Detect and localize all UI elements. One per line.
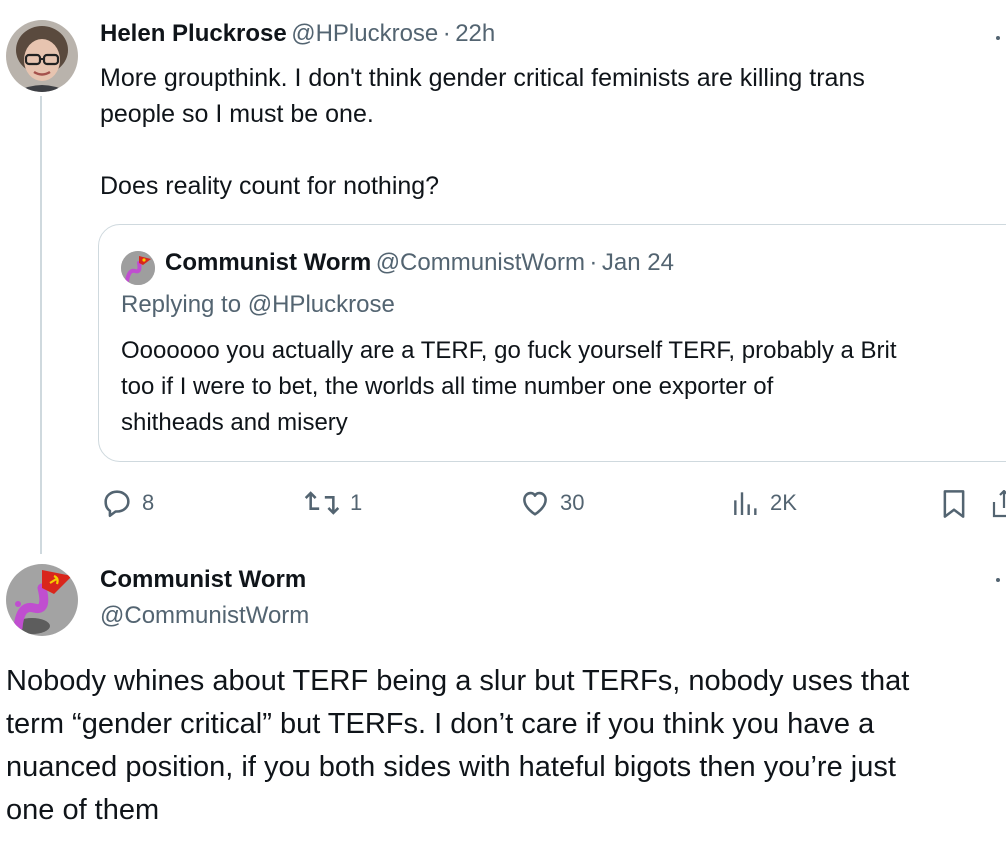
tweet-text-line: Nobody whines about TERF being a slur bu… [6,665,910,697]
quoted-tweet-card[interactable]: Communist Worm @CommunistWorm · Jan 24 R… [98,224,1006,462]
reply-icon [104,490,130,518]
heart-icon [523,491,547,516]
tweet-text-line: one of them [6,794,160,826]
quoted-avatar [121,251,155,285]
views-icon [734,492,757,515]
tweet-text-line: term “gender critical” but TERFs. I don’… [6,708,875,740]
like-count: 30 [560,490,585,515]
separator-dot: · [442,20,451,47]
thread-connector-line [40,96,42,554]
tweet2-text: Nobody whines about TERF being a slur bu… [6,660,1001,832]
avatar-helen-image [6,20,78,92]
quoted-text-line: too if I were to bet, the worlds all tim… [121,373,774,400]
tweet-text-line: Does reality count for nothing? [100,172,440,200]
quoted-text: Ooooooo you actually are a TERF, go fuck… [121,333,1006,441]
avatar-worm-image [121,251,155,285]
repost-count: 1 [350,490,363,515]
quoted-author-handle[interactable]: @CommunistWorm [376,249,585,276]
share-button[interactable] [990,489,1006,525]
avatar-communist-worm[interactable] [6,564,78,636]
bookmark-button[interactable] [940,488,968,525]
reply-count: 8 [142,490,155,515]
repost-button[interactable]: 1 [302,486,362,520]
reply-button[interactable]: 8 [100,486,154,520]
tweet-text-line: More groupthink. I don't think gender cr… [100,64,865,92]
tweet2-author-name[interactable]: Communist Worm [100,566,306,594]
author-handle[interactable]: @HPluckrose [291,20,438,47]
bookmark-icon [943,490,965,518]
quoted-text-line: Ooooooo you actually are a TERF, go fuck… [121,337,897,364]
author-name[interactable]: Helen Pluckrose [100,20,287,47]
repost-icon [304,491,340,515]
share-icon [992,489,1006,518]
views-button[interactable]: 2K [730,486,797,520]
quoted-author-name[interactable]: Communist Worm [165,249,371,276]
quoted-text-line: shitheads and misery [121,409,348,436]
avatar-helen[interactable] [6,20,78,92]
avatar-worm-image [6,564,78,636]
tweet-text-line: nuanced position, if you both sides with… [6,751,896,783]
tweet-text-line: people so I must be one. [100,100,374,128]
quoted-header: Communist Worm @CommunistWorm · Jan 24 [165,249,674,277]
more-icon[interactable] [996,36,1000,40]
tweet1-header: Helen Pluckrose @HPluckrose · 22h [100,20,495,48]
timestamp[interactable]: 22h [455,20,495,47]
tweet2-author-handle[interactable]: @CommunistWorm [100,602,309,630]
replying-to[interactable]: Replying to @HPluckrose [121,291,395,319]
like-button[interactable]: 30 [518,486,584,520]
tweet1-text: More groupthink. I don't think gender cr… [100,60,1000,204]
more-icon[interactable] [996,578,1000,582]
quoted-date[interactable]: Jan 24 [602,249,674,276]
separator-dot: · [589,249,598,276]
views-count: 2K [770,490,797,515]
